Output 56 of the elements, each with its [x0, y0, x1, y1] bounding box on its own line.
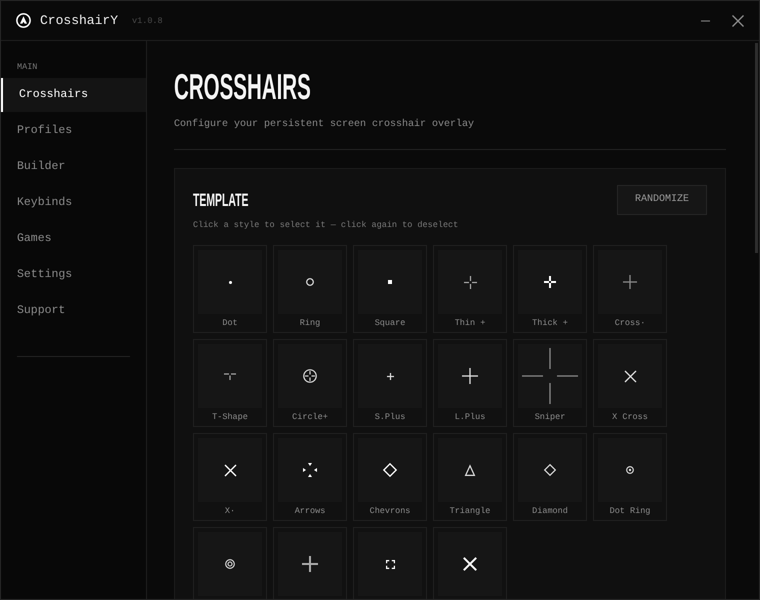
template-tile[interactable]: L.Plus	[433, 339, 507, 427]
dot-ring-icon	[626, 466, 634, 474]
template-tile[interactable]: Triangle	[433, 433, 507, 521]
x-icon	[463, 557, 477, 571]
template-tile[interactable]: X·	[193, 433, 267, 521]
sidebar-item[interactable]: Games	[1, 222, 146, 256]
sidebar-item[interactable]: Keybinds	[1, 186, 146, 220]
version-label: v1.0.8	[132, 14, 163, 26]
diamond-icon	[544, 464, 556, 476]
plus-icon	[386, 372, 394, 380]
template-tile[interactable]: X Cross	[593, 339, 667, 427]
minimize-icon	[701, 20, 710, 22]
concentric-rings-icon	[225, 559, 235, 569]
close-icon	[732, 14, 744, 26]
template-tile[interactable]: Cross·	[593, 245, 667, 333]
logo-icon	[16, 13, 31, 28]
circle-crosshair-icon	[303, 369, 317, 383]
square-icon	[388, 280, 392, 284]
sidebar-item[interactable]: Crosshairs	[1, 78, 146, 112]
template-tile[interactable]: T-Shape	[193, 339, 267, 427]
template-tile[interactable]: Dot	[193, 245, 267, 333]
template-tile[interactable]: Ring	[273, 245, 347, 333]
section-label: MAIN	[16, 61, 38, 73]
t-shape-icon	[224, 372, 236, 380]
diamond-icon	[383, 463, 397, 477]
sidebar-item[interactable]: Builder	[1, 150, 146, 184]
ring-icon	[306, 278, 314, 286]
hint-text: Click a style to select it — click again to deselect	[193, 219, 460, 231]
template-tile[interactable]: Thin +	[433, 245, 507, 333]
template-tile[interactable]: Arrows	[273, 433, 347, 521]
sidebar-item[interactable]: Settings	[1, 258, 146, 292]
plus-icon	[623, 275, 637, 289]
randomize-button[interactable]: RANDOMIZE	[616, 185, 707, 215]
template-tile[interactable]: Thick +	[513, 245, 587, 333]
section-title: TEMPLATE	[193, 190, 248, 210]
sidebar-item[interactable]: Support	[1, 294, 146, 328]
template-tile[interactable]: Chevrons	[353, 433, 427, 521]
triangle-icon	[465, 464, 475, 476]
page-subtitle: Configure your persistent screen crosshair overlay	[174, 118, 476, 132]
template-tile[interactable]: Square	[353, 245, 427, 333]
page-title: CROSSHAIRS	[174, 69, 311, 105]
template-tile[interactable]: Circle+	[273, 339, 347, 427]
app-title: CrosshairY	[40, 12, 118, 28]
template-tile[interactable]: Diamond	[513, 433, 587, 521]
plus-icon	[462, 368, 478, 384]
x-icon	[624, 370, 636, 382]
dot-icon	[228, 280, 232, 284]
crosshair-icon	[544, 276, 556, 288]
sidebar-item[interactable]: Profiles	[1, 114, 146, 148]
template-tile[interactable]: Dot Ring	[593, 433, 667, 521]
arrows-icon	[303, 463, 317, 477]
template-tile[interactable]: Sniper	[513, 339, 587, 427]
x-icon	[224, 464, 236, 476]
template-tile[interactable]: S.Plus	[353, 339, 427, 427]
plus-icon	[302, 556, 318, 572]
crosshair-icon	[464, 276, 476, 288]
